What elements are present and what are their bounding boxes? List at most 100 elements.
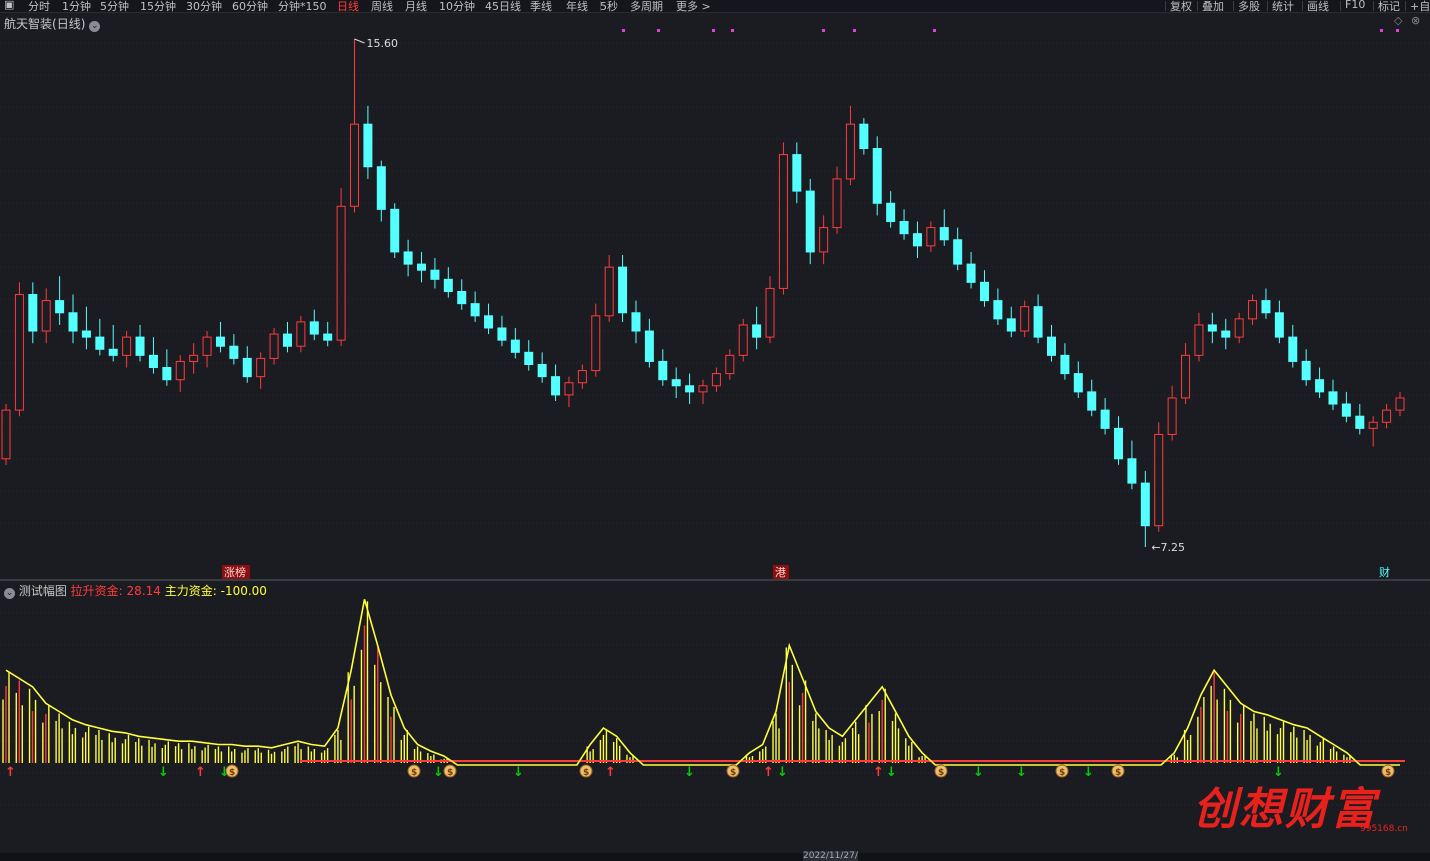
candle-body — [1154, 433, 1164, 527]
candle-body — [1315, 379, 1325, 393]
money-bag-symbol: $ — [1059, 768, 1065, 778]
period-tab-14[interactable]: 5秒 — [600, 0, 618, 14]
candle-body — [1, 409, 11, 460]
toolbar-right-3[interactable]: 统计 — [1272, 0, 1294, 14]
candle-body — [1248, 300, 1258, 320]
period-tab-16[interactable]: 更多 > — [676, 0, 711, 14]
toolbar-separator — [1340, 1, 1341, 11]
candle-body — [1100, 409, 1110, 429]
close-icon[interactable]: ⊗ — [1411, 14, 1420, 27]
candle-body — [819, 227, 829, 253]
candle-body — [14, 294, 24, 411]
candle-body — [1221, 330, 1231, 338]
toolbar-right-2[interactable]: 多股 — [1238, 0, 1260, 14]
period-tab-4[interactable]: 30分钟 — [186, 0, 222, 14]
period-tab-13[interactable]: 年线 — [566, 0, 588, 14]
period-toolbar: ▣ 分时 1分钟 5分钟 15分钟 30分钟 60分钟 分钟*150 日线 周线 月线 10分钟 45… — [0, 0, 1430, 13]
period-tab-5[interactable]: 60分钟 — [232, 0, 268, 14]
candle-body — [792, 154, 802, 192]
candle-body — [738, 324, 748, 356]
candle-body — [215, 336, 225, 347]
period-tab-9[interactable]: 月线 — [405, 0, 427, 14]
candle-body — [1301, 360, 1311, 381]
candle-body — [1114, 427, 1124, 460]
kline-panel[interactable]: 航天智装(日线) ⌄ 15.60 ←7.25 涨榜 港 财 ◇ ⊗ — [0, 13, 1430, 580]
down-arrow-icon: ↓ — [777, 765, 788, 780]
candle-body — [403, 251, 413, 265]
kline-chart[interactable]: 15.60 ←7.25 涨榜 港 财 — [0, 13, 1430, 580]
candle-body — [845, 123, 855, 180]
indicator-title: ⌄ 测试幅图 拉升资金: 28.14 主力资金: -100.00 — [4, 582, 267, 599]
period-tab-15[interactable]: 多周期 — [630, 0, 663, 14]
indicator-panel[interactable]: ⌄ 测试幅图 拉升资金: 28.14 主力资金: -100.00 ↑ ↑ ↑ ↑ ↑ ↓ ↓… — [0, 581, 1430, 853]
toolbar-right-4[interactable]: 画线 — [1307, 0, 1329, 14]
finance-marker: 财 — [1379, 565, 1390, 579]
high-price-label: 15.60 — [367, 37, 399, 50]
candle-body — [1207, 324, 1217, 332]
low-price-label: ←7.25 — [1151, 541, 1185, 554]
period-tab-2[interactable]: 5分钟 — [100, 0, 129, 14]
period-tab-0[interactable]: 分时 — [28, 0, 50, 14]
period-tab-3[interactable]: 15分钟 — [140, 0, 176, 14]
down-arrow-icon: ↓ — [433, 765, 444, 780]
candle-body — [162, 367, 172, 381]
chevron-down-icon[interactable]: ⌄ — [4, 588, 15, 599]
candle-body — [497, 327, 507, 341]
candle-body — [430, 269, 440, 280]
chevron-down-icon[interactable]: ⌄ — [89, 21, 101, 32]
candle-body — [1368, 421, 1378, 429]
diamond-icon[interactable]: ◇ — [1394, 14, 1402, 27]
money-bag-symbol: $ — [411, 768, 417, 778]
candle-body — [122, 336, 132, 356]
candle-body — [1020, 306, 1030, 332]
candle-body — [685, 385, 695, 393]
candle-body — [336, 205, 346, 341]
candle-body — [148, 354, 158, 369]
signal-dot — [731, 29, 734, 32]
series1-label: 拉升资金: — [70, 584, 123, 598]
signal-dot — [657, 29, 660, 32]
candle-body — [68, 312, 78, 332]
toolbar-separator — [1373, 1, 1374, 11]
candle-body — [966, 263, 976, 283]
candle-body — [443, 278, 453, 292]
candle-body — [1181, 354, 1191, 399]
toolbar-menu-icon[interactable]: ▣ — [4, 0, 14, 11]
candle-body — [510, 339, 520, 353]
toolbar-right-6[interactable]: 标记 — [1378, 0, 1400, 14]
candle-body — [95, 336, 105, 350]
candle-body — [993, 300, 1003, 320]
down-arrow-icon: ↓ — [973, 765, 984, 780]
toolbar-right-7[interactable]: +自 — [1410, 0, 1430, 14]
period-tab-8[interactable]: 周线 — [371, 0, 393, 14]
money-bag-symbol: $ — [1385, 768, 1391, 778]
period-tab-1[interactable]: 1分钟 — [62, 0, 91, 14]
candle-body — [135, 336, 145, 356]
candle-body — [564, 382, 574, 396]
up-arrow-icon: ↑ — [873, 765, 884, 780]
period-tab-11[interactable]: 45日线 — [485, 0, 521, 14]
candle-body — [1140, 482, 1150, 527]
toolbar-right-1[interactable]: 叠加 — [1202, 0, 1224, 14]
period-tab-7[interactable]: 日线 — [337, 0, 359, 14]
period-tab-6[interactable]: 分钟*150 — [278, 0, 327, 14]
period-tab-12[interactable]: 季线 — [530, 0, 552, 14]
limit-up-marker: 涨榜 — [224, 565, 246, 579]
toolbar-right-5[interactable]: F10 — [1345, 0, 1365, 11]
candle-body — [108, 348, 118, 356]
down-arrow-icon: ↓ — [513, 765, 524, 780]
candle-body — [390, 208, 400, 253]
period-label: (日线) — [52, 17, 86, 31]
signal-dot — [1380, 29, 1383, 32]
down-arrow-icon: ↓ — [684, 765, 695, 780]
candle-body — [175, 360, 185, 381]
toolbar-right-0[interactable]: 复权 — [1170, 0, 1192, 14]
candle-body — [1395, 397, 1405, 411]
period-tab-10[interactable]: 10分钟 — [439, 0, 475, 14]
candle-body — [644, 330, 654, 362]
down-arrow-icon: ↓ — [158, 765, 169, 780]
candle-body — [912, 233, 922, 247]
up-arrow-icon: ↑ — [5, 765, 16, 780]
candle-body — [953, 239, 963, 265]
toolbar-separator — [1405, 1, 1406, 11]
